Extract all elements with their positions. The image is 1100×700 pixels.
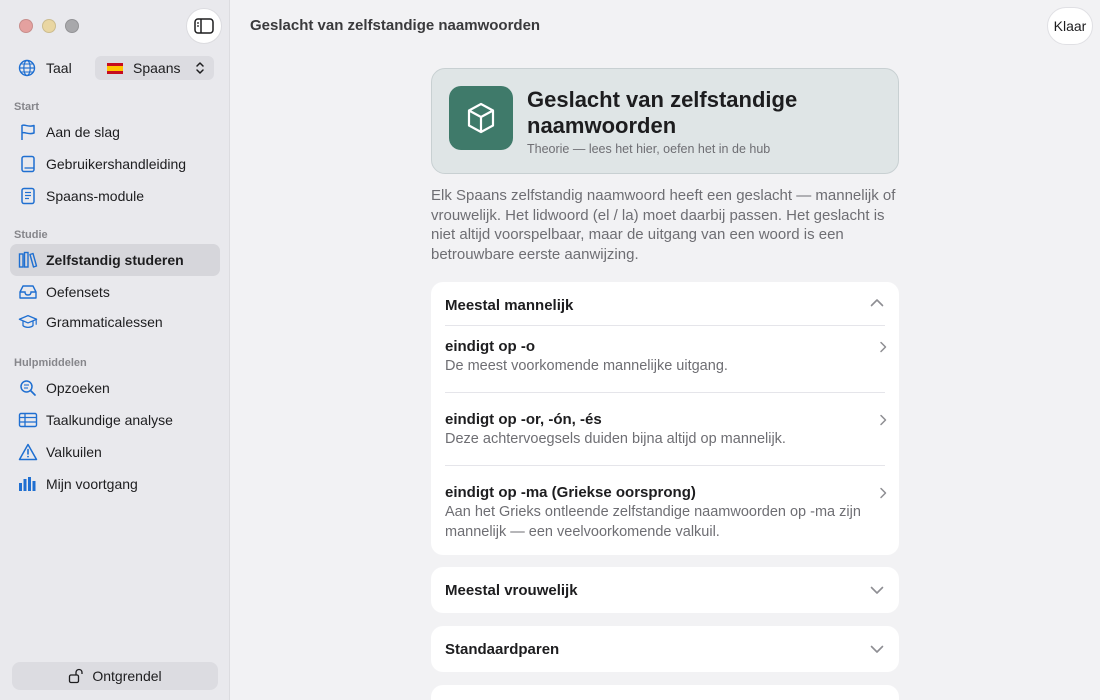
sidebar-item-label: Gebruikershandleiding xyxy=(46,156,187,172)
sidebar-item-spaans-module[interactable]: Spaans-module xyxy=(10,180,220,212)
chevron-right-icon xyxy=(880,487,887,499)
chevron-down-icon xyxy=(870,645,884,653)
hero-card: Geslacht van zelfstandige naamwoorden Th… xyxy=(431,68,899,174)
graduation-cap-icon xyxy=(18,315,38,328)
language-select[interactable]: Spaans xyxy=(95,56,214,80)
rule-row-title: eindigt op -or, -ón, -és xyxy=(445,411,602,428)
warning-icon xyxy=(18,443,38,461)
window-controls xyxy=(19,19,79,33)
divider xyxy=(445,325,885,326)
chevron-right-icon xyxy=(880,341,887,353)
rule-row-title: eindigt op -o xyxy=(445,338,535,355)
minimize-window-button[interactable] xyxy=(42,19,56,33)
magnifier-icon xyxy=(20,380,36,396)
sidebar-item-mijn-voortgang[interactable]: Mijn voortgang xyxy=(10,468,220,500)
sidebar-item-grammaticalessen[interactable]: Grammaticalessen xyxy=(10,306,220,338)
divider xyxy=(445,392,885,393)
sidebar-toggle-button[interactable] xyxy=(186,8,222,44)
done-button[interactable]: Klaar xyxy=(1047,7,1093,45)
sidebar-item-label: Mijn voortgang xyxy=(46,476,138,492)
sidebar-item-label: Taalkundige analyse xyxy=(46,412,173,428)
rule-row-description: Aan het Grieks ontleende zelfstandige na… xyxy=(445,504,861,540)
section-card-next[interactable] xyxy=(431,685,899,700)
sidebar-item-aan-de-slag[interactable]: Aan de slag xyxy=(10,116,220,148)
section-header-start: Start xyxy=(14,101,40,113)
section-header-hulpmiddelen: Hulpmiddelen xyxy=(14,357,87,369)
up-down-chevron-icon xyxy=(196,62,204,74)
sidebar-item-label: Grammaticalessen xyxy=(46,314,163,330)
sidebar-item-gebruikershandleiding[interactable]: Gebruikershandleiding xyxy=(10,148,220,180)
globe-icon xyxy=(18,59,36,77)
unlock-label: Ontgrendel xyxy=(92,668,162,684)
rule-row-description: Deze achtervoegsels duiden bijna altijd … xyxy=(445,431,786,447)
section-header-standaardparen[interactable]: Standaardparen xyxy=(431,626,899,672)
unlock-button[interactable]: Ontgrendel xyxy=(12,662,218,690)
bar-chart-icon xyxy=(19,477,36,491)
book-icon xyxy=(21,155,35,173)
sidebar-item-label: Valkuilen xyxy=(46,444,102,460)
sidebar: Taal Spaans Start Aan de slag Gebruikers… xyxy=(0,0,230,700)
section-header-vrouwelijk[interactable]: Meestal vrouwelijk xyxy=(431,567,899,613)
intro-text: Elk Spaans zelfstandig naamwoord heeft e… xyxy=(431,187,896,263)
books-icon xyxy=(18,251,38,268)
section-card-standaardparen[interactable]: Standaardparen xyxy=(431,626,899,672)
tray-icon xyxy=(19,285,37,299)
rule-row-description: De meest voorkomende mannelijke uitgang. xyxy=(445,358,728,374)
section-header-studie: Studie xyxy=(14,229,48,241)
lock-open-icon xyxy=(69,668,84,684)
flag-icon xyxy=(21,124,35,140)
language-label: Taal xyxy=(46,60,72,76)
hero-title: Geslacht van zelfstandige naamwoorden xyxy=(527,87,798,138)
sidebar-item-label: Aan de slag xyxy=(46,124,120,140)
section-card-mannelijk: Meestal mannelijk eindigt op -o De meest… xyxy=(431,282,899,555)
section-title: Standaardparen xyxy=(445,640,560,658)
section-header-mannelijk[interactable]: Meestal mannelijk xyxy=(431,282,899,328)
chevron-down-icon xyxy=(870,586,884,594)
sidebar-toggle-icon xyxy=(194,18,214,34)
sidebar-item-label: Spaans-module xyxy=(46,188,145,204)
sidebar-item-valkuilen[interactable]: Valkuilen xyxy=(10,436,220,468)
spain-flag-icon xyxy=(107,62,123,74)
divider xyxy=(445,465,885,466)
section-title: Meestal vrouwelijk xyxy=(445,581,578,599)
language-row: Taal Spaans xyxy=(18,56,214,80)
close-window-button[interactable] xyxy=(19,19,33,33)
table-icon xyxy=(18,412,38,428)
hero-icon xyxy=(449,86,513,150)
rule-row-title: eindigt op -ma (Griekse oorsprong) xyxy=(445,484,696,501)
chevron-up-icon xyxy=(870,299,884,307)
sidebar-item-taalkundige-analyse[interactable]: Taalkundige analyse xyxy=(10,404,220,436)
chevron-right-icon xyxy=(880,414,887,426)
section-title: Meestal mannelijk xyxy=(445,296,574,314)
sidebar-item-label: Opzoeken xyxy=(46,380,110,396)
sidebar-item-label: Oefensets xyxy=(46,284,110,300)
hero-subtitle: Theorie — lees het hier, oefen het in de… xyxy=(527,142,771,156)
sidebar-item-opzoeken[interactable]: Opzoeken xyxy=(10,372,220,404)
sidebar-item-label: Zelfstandig studeren xyxy=(46,252,184,268)
sidebar-item-zelfstandig-studeren[interactable]: Zelfstandig studeren xyxy=(10,244,220,276)
language-value: Spaans xyxy=(133,60,181,76)
cube-icon xyxy=(467,102,495,134)
zoom-window-button[interactable] xyxy=(65,19,79,33)
window-title: Geslacht van zelfstandige naamwoorden xyxy=(250,17,541,34)
section-card-vrouwelijk[interactable]: Meestal vrouwelijk xyxy=(431,567,899,613)
notebook-icon xyxy=(21,187,35,205)
sidebar-item-oefensets[interactable]: Oefensets xyxy=(10,276,220,308)
